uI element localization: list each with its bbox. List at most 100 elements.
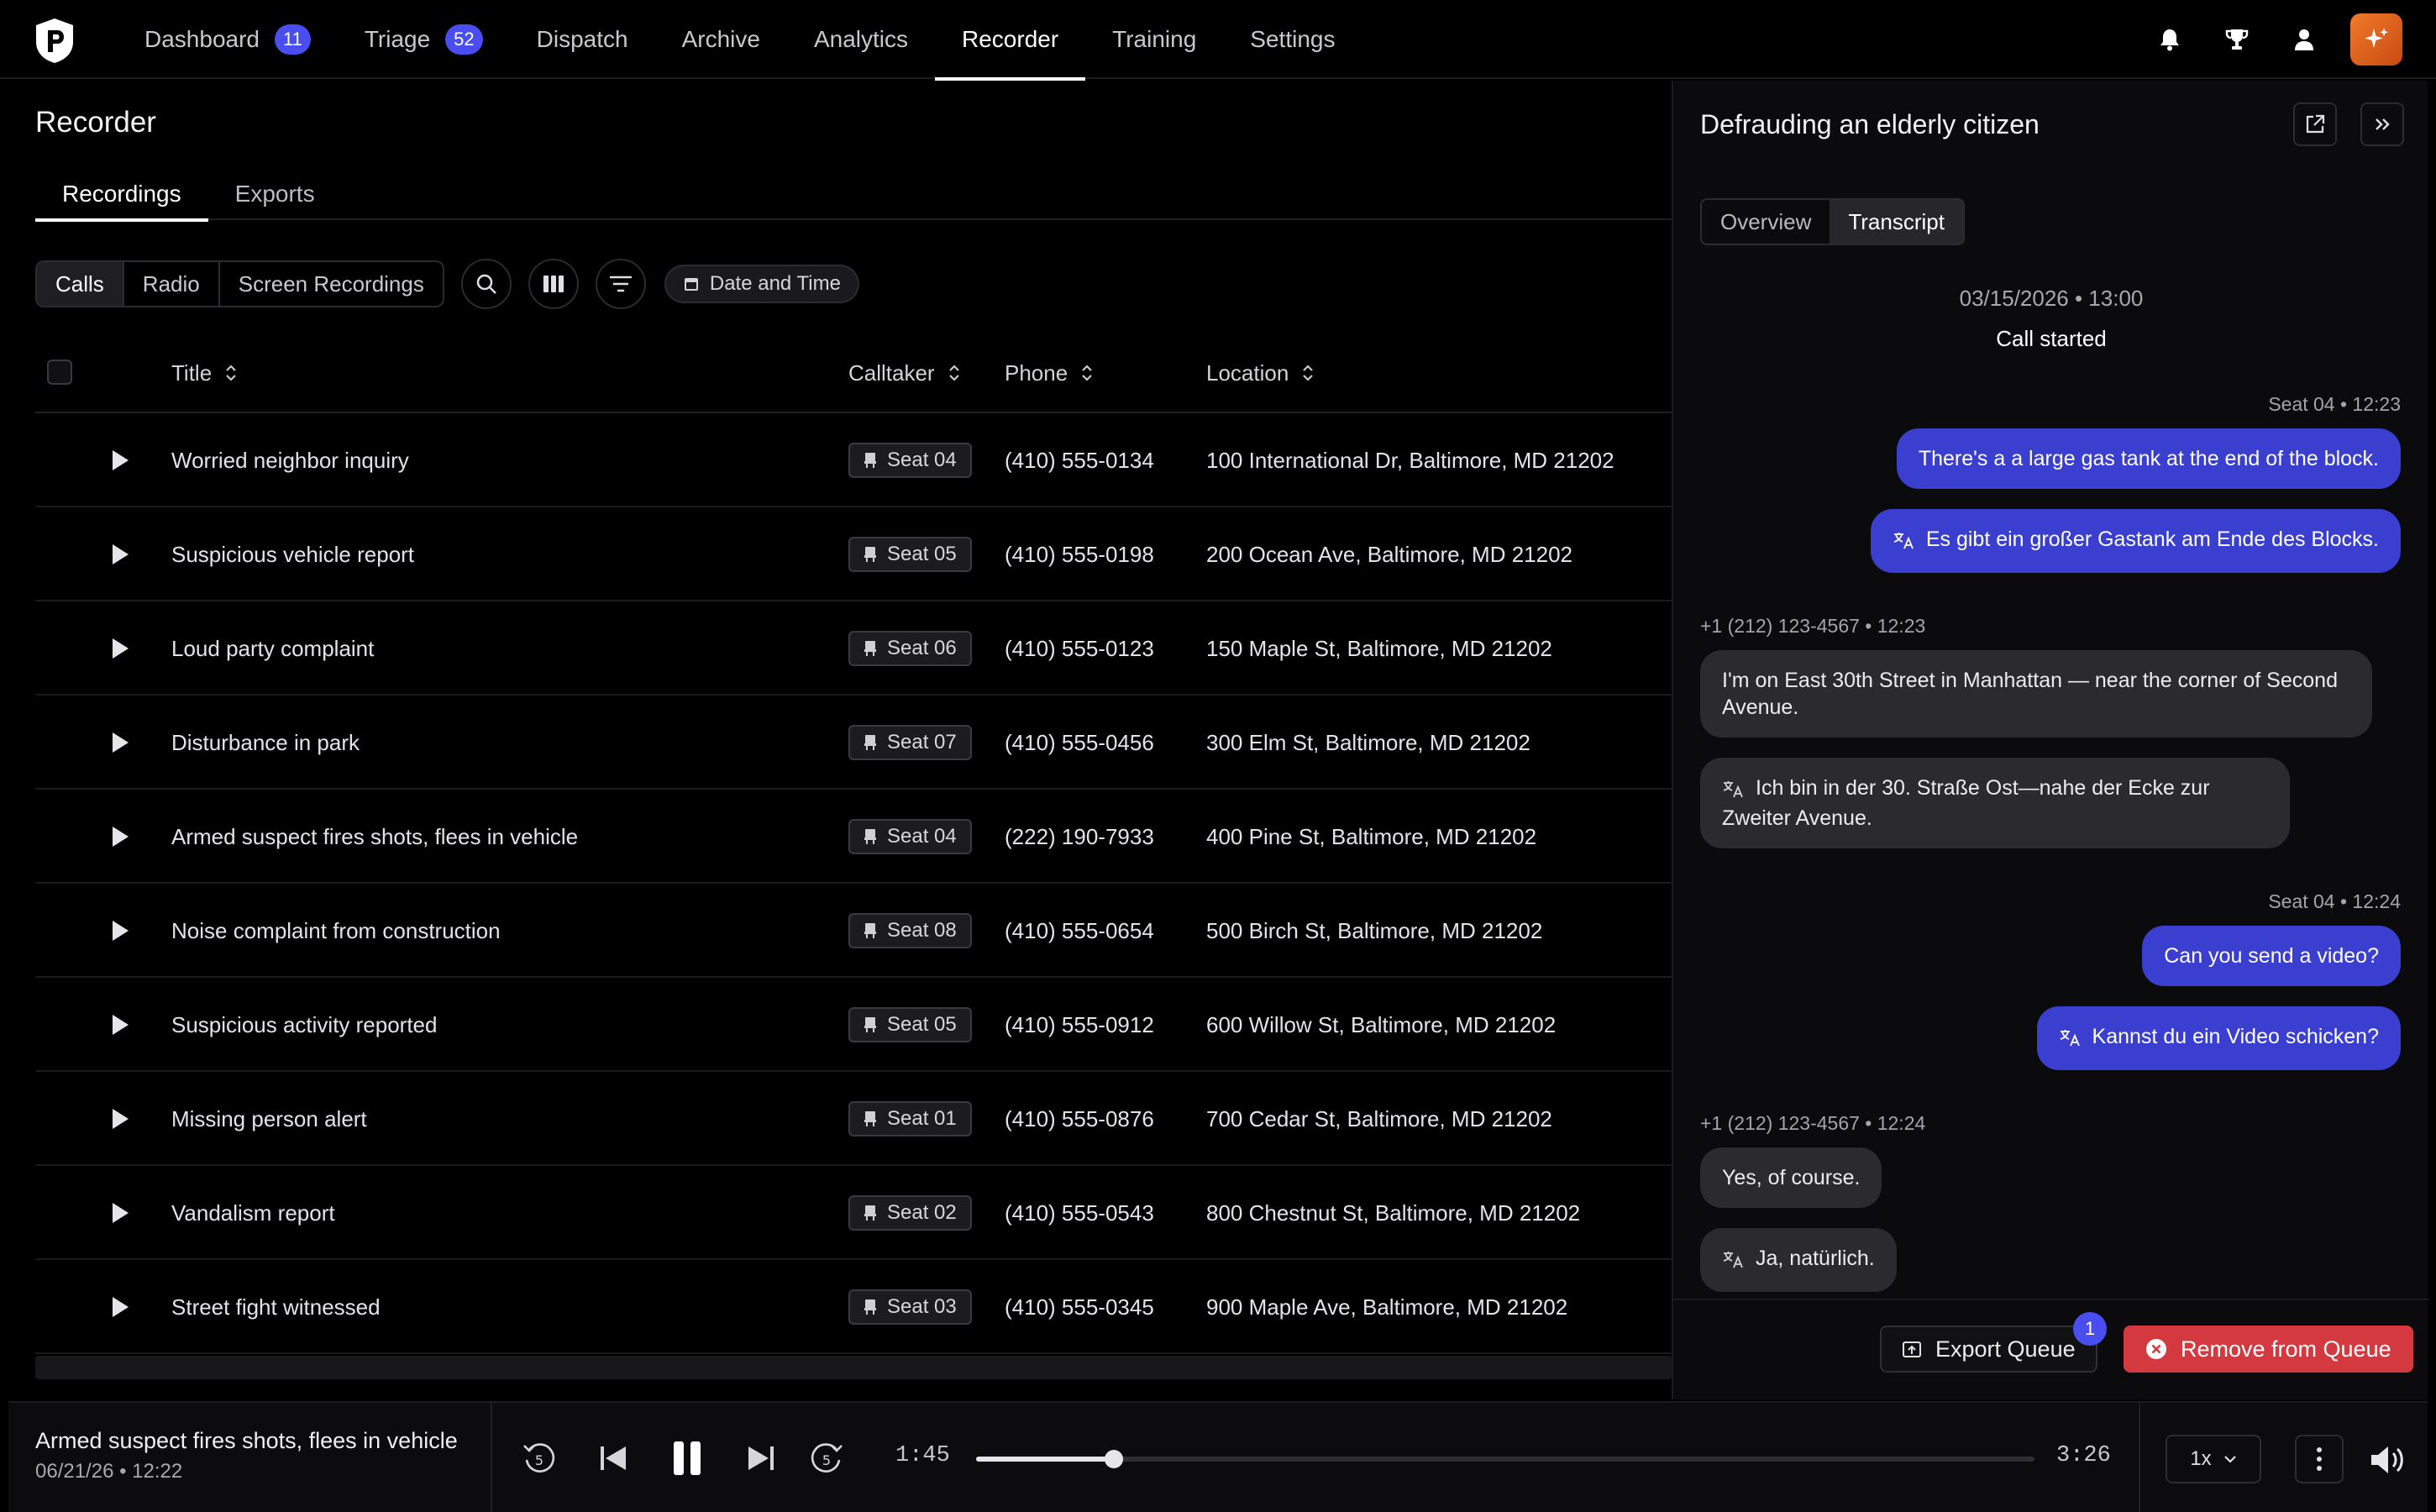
nav-dispatch-label: Dispatch (536, 26, 628, 52)
player-title: Armed suspect fires shots, flees in vehi… (35, 1428, 458, 1453)
play-icon (113, 1203, 129, 1223)
play-button[interactable] (111, 507, 144, 601)
seat-chip: Seat 05 (848, 1007, 972, 1042)
play-button[interactable] (111, 413, 144, 507)
seat-icon (864, 641, 876, 656)
tab-recordings[interactable]: Recordings (35, 168, 208, 222)
play-button[interactable] (111, 790, 144, 884)
row-phone: (410) 555-0456 (1005, 729, 1154, 755)
nav-analytics-label: Analytics (813, 26, 908, 52)
incoming-message: Yes, of course. (1700, 1147, 1882, 1208)
row-location: 200 Ocean Ave, Baltimore, MD 21202 (1206, 541, 1572, 567)
playback-speed-select[interactable]: 1x (2166, 1435, 2261, 1483)
player-date: 06/21/26 • 12:22 (35, 1460, 183, 1483)
play-button[interactable] (111, 601, 144, 696)
column-phone[interactable]: Phone (1005, 333, 1093, 413)
progress-track[interactable] (976, 1450, 2034, 1468)
table-row[interactable]: Noise complaint from construction Seat 08… (35, 884, 1672, 978)
table-row[interactable]: Disturbance in park Seat 07 (410) 555-0456… (35, 696, 1672, 790)
row-location: 800 Chestnut St, Baltimore, MD 21202 (1206, 1200, 1581, 1226)
filter-icon (609, 276, 632, 292)
play-button[interactable] (111, 696, 144, 790)
column-title[interactable]: Title (171, 333, 237, 413)
detail-panel: Defrauding an elderly citizen Overview T… (1672, 81, 2429, 1399)
nav-triage[interactable]: Triage 52 (338, 0, 510, 79)
next-track-button[interactable] (739, 1436, 783, 1480)
table-row[interactable]: Vandalism report Seat 02 (410) 555-0543 800… (35, 1166, 1672, 1260)
search-button[interactable] (460, 259, 512, 309)
more-options-button[interactable] (2295, 1435, 2344, 1483)
user-icon[interactable] (2283, 18, 2325, 60)
export-queue-button[interactable]: Export Queue (1880, 1326, 2097, 1373)
app-logo-icon[interactable] (34, 17, 76, 64)
forward-5-button[interactable]: 5 (805, 1436, 848, 1480)
trophy-icon[interactable] (2216, 18, 2258, 60)
segment-radio[interactable]: Radio (124, 262, 220, 306)
row-title: Suspicious activity reported (171, 1011, 438, 1037)
play-button[interactable] (111, 1166, 144, 1260)
segment-screen-recordings[interactable]: Screen Recordings (220, 262, 443, 306)
row-phone: (410) 555-0912 (1005, 1011, 1154, 1037)
seat-icon (864, 1111, 876, 1126)
open-external-button[interactable] (2293, 102, 2337, 146)
nav-dashboard[interactable]: Dashboard 11 (118, 0, 338, 79)
table-row[interactable]: Suspicious vehicle report Seat 05 (410) 55… (35, 507, 1672, 601)
table-row[interactable]: Missing person alert Seat 01 (410) 555-087… (35, 1072, 1672, 1166)
columns-icon (543, 276, 564, 292)
nav-archive[interactable]: Archive (655, 0, 787, 79)
main-nav: Dashboard 11 Triage 52 Dispatch Archive An… (118, 0, 1362, 81)
row-location: 500 Birch St, Baltimore, MD 21202 (1206, 917, 1543, 943)
remove-from-queue-button[interactable]: Remove from Queue (2124, 1326, 2413, 1373)
date-time-filter-chip[interactable]: Date and Time (664, 265, 859, 303)
table-row[interactable]: Armed suspect fires shots, flees in vehi… (35, 790, 1672, 884)
incoming-message: I'm on East 30th Street in Manhattan — n… (1700, 650, 2372, 738)
columns-button[interactable] (528, 259, 579, 309)
nav-recorder[interactable]: Recorder (935, 0, 1086, 81)
column-calltaker[interactable]: Calltaker (848, 333, 960, 413)
progress-handle[interactable] (1104, 1450, 1123, 1468)
play-button[interactable] (111, 978, 144, 1072)
bell-icon[interactable] (2149, 18, 2191, 60)
tab-transcript[interactable]: Transcript (1830, 200, 1963, 244)
elapsed-time: 1:45 (895, 1443, 950, 1468)
play-icon (113, 638, 129, 659)
row-title: Suspicious vehicle report (171, 541, 415, 567)
volume-button[interactable] (2365, 1436, 2412, 1483)
svg-text:5: 5 (822, 1452, 831, 1468)
nav-analytics[interactable]: Analytics (787, 0, 935, 79)
seat-icon (864, 1205, 876, 1221)
table-row[interactable]: Loud party complaint Seat 06 (410) 555-012… (35, 601, 1672, 696)
translate-icon (1722, 1248, 1744, 1275)
select-all-checkbox[interactable] (47, 360, 72, 385)
column-location[interactable]: Location (1206, 333, 1314, 413)
outgoing-message: There's a a large gas tank at the end of… (1896, 428, 2401, 489)
nav-settings[interactable]: Settings (1223, 0, 1362, 79)
nav-dashboard-badge: 11 (274, 24, 311, 55)
message-text: Yes, of course. (1722, 1166, 1861, 1189)
nav-training[interactable]: Training (1085, 0, 1223, 79)
tab-overview[interactable]: Overview (1702, 200, 1830, 244)
previous-track-button[interactable] (591, 1436, 635, 1480)
seat-icon (864, 453, 876, 468)
table-row[interactable]: Suspicious activity reported Seat 05 (410)… (35, 978, 1672, 1072)
play-icon (113, 544, 129, 564)
chevron-down-icon (2223, 1456, 2236, 1463)
row-title: Worried neighbor inquiry (171, 447, 409, 473)
collapse-panel-button[interactable] (2360, 102, 2404, 146)
ai-assistant-button[interactable] (2350, 13, 2402, 66)
filter-button[interactable] (595, 259, 646, 309)
pause-button[interactable] (665, 1436, 709, 1480)
segment-calls[interactable]: Calls (37, 262, 124, 306)
play-button[interactable] (111, 1260, 144, 1354)
nav-dispatch[interactable]: Dispatch (510, 0, 655, 79)
svg-text:5: 5 (535, 1452, 543, 1468)
row-phone: (410) 555-0543 (1005, 1200, 1154, 1226)
rewind-5-button[interactable]: 5 (517, 1436, 561, 1480)
tab-exports[interactable]: Exports (208, 168, 342, 220)
table-row[interactable]: Street fight witnessed Seat 03 (410) 555-0… (35, 1260, 1672, 1354)
seat-icon (864, 1017, 876, 1032)
play-button[interactable] (111, 1072, 144, 1166)
table-row[interactable]: Worried neighbor inquiry Seat 04 (410) 555… (35, 413, 1672, 507)
play-button[interactable] (111, 884, 144, 978)
row-phone: (410) 555-0876 (1005, 1105, 1154, 1131)
